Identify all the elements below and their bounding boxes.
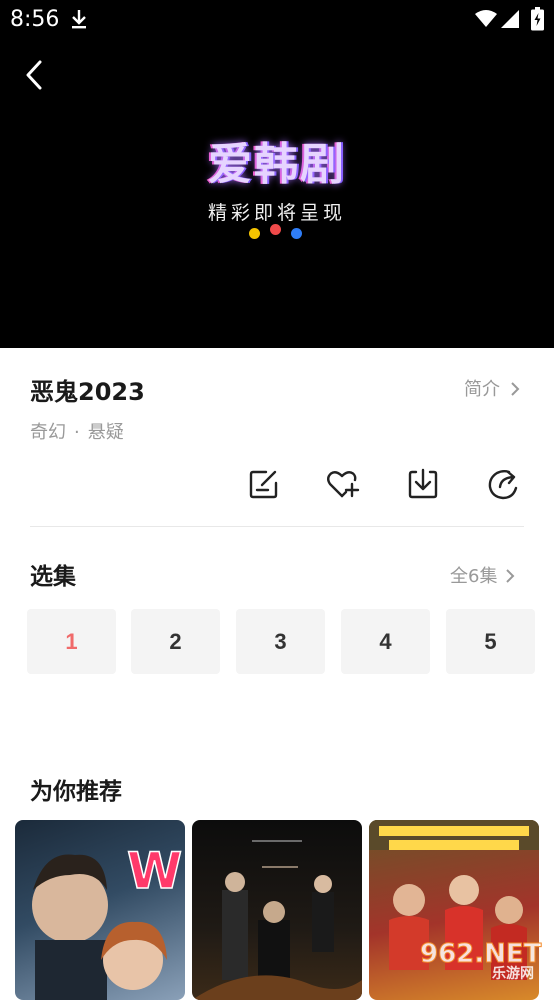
watermark-text: 962.NET (420, 939, 542, 969)
site-watermark-logo: 962.NET 乐游网 (420, 939, 543, 981)
genre-tags: 奇幻 · 悬疑 (30, 418, 124, 444)
svg-text:W: W (127, 842, 182, 900)
battery-icon (531, 7, 544, 31)
favorite-add-icon[interactable] (324, 466, 360, 502)
chevron-right-icon (511, 382, 520, 396)
wifi-icon (475, 10, 497, 27)
episode-button[interactable]: 3 (236, 609, 325, 674)
episode-button[interactable]: 2 (131, 609, 220, 674)
genre-separator: · (74, 422, 80, 443)
episode-button[interactable]: 5 (446, 609, 535, 674)
status-time: 8:56 (10, 7, 60, 32)
recommend-poster[interactable] (192, 820, 362, 1000)
genre-tag: 奇幻 (30, 422, 66, 443)
recommend-poster[interactable]: W (15, 820, 185, 1000)
loading-dot-blue (291, 228, 302, 239)
app-logo-title: 爱韩剧 (208, 139, 346, 190)
edit-icon[interactable] (246, 466, 282, 502)
episodes-section-title: 选集 (30, 564, 76, 590)
signal-icon (501, 10, 519, 28)
poster-w-artwork: W (32, 841, 183, 1000)
back-arrow-icon[interactable] (18, 56, 52, 94)
share-icon[interactable] (485, 466, 521, 502)
app-logo-subtitle: 精彩即将呈现 (207, 202, 346, 224)
download-icon[interactable] (405, 466, 441, 502)
all-episodes-label: 全6集 (450, 566, 498, 587)
video-player[interactable]: 8:56 爱韩剧 精彩即将呈现 (0, 0, 554, 348)
status-bar: 8:56 (0, 0, 554, 40)
intro-label: 简介 (464, 379, 500, 400)
section-divider (30, 526, 524, 527)
all-episodes-link[interactable]: 全6集 (450, 562, 515, 588)
loading-dot-yellow (249, 228, 260, 239)
intro-link[interactable]: 简介 (464, 375, 520, 401)
genre-tag: 悬疑 (87, 422, 124, 443)
download-notification-icon (72, 10, 86, 29)
show-title: 恶鬼2023 (30, 378, 145, 406)
recommend-section-title: 为你推荐 (30, 779, 122, 805)
episode-button[interactable]: 4 (341, 609, 430, 674)
episode-button[interactable]: 1 (27, 609, 116, 674)
poster-dark-drama-artwork (192, 840, 362, 1000)
loading-dot-red (270, 224, 281, 235)
watermark-subtext: 乐游网 (492, 965, 534, 980)
chevron-right-icon (506, 569, 515, 583)
